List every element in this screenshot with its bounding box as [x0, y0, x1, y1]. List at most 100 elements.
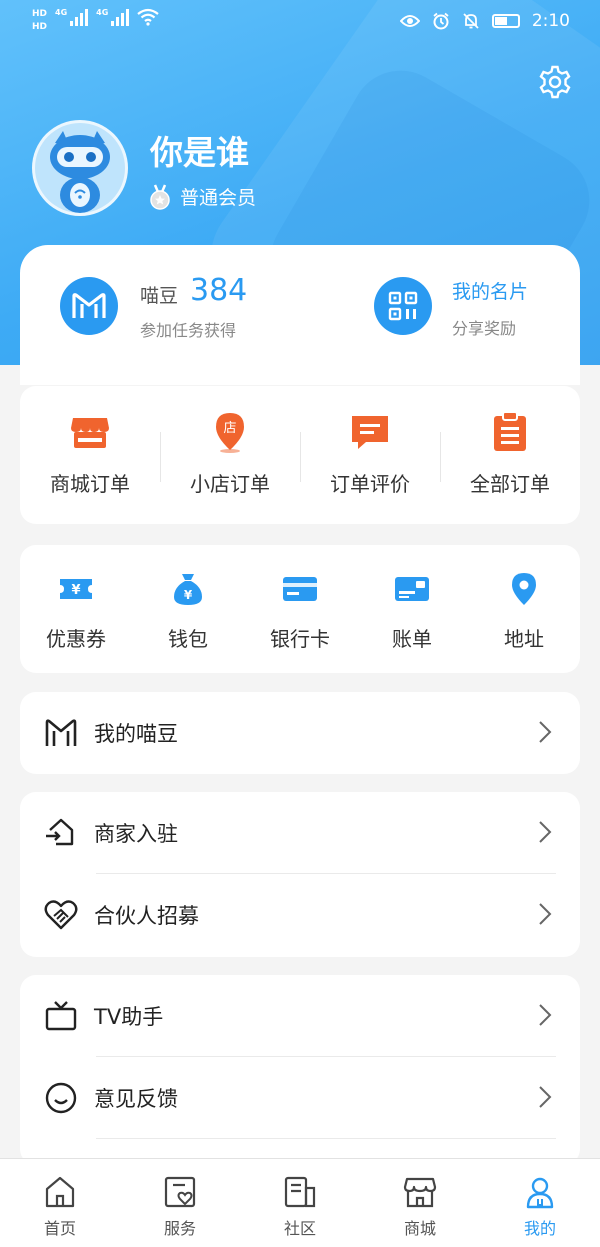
status-left: HD HD 4G 4G: [32, 8, 159, 34]
feedback-label: 意见反馈: [94, 1087, 178, 1111]
community-icon: [284, 1176, 316, 1208]
tab-profile-label: 我的: [523, 1219, 556, 1238]
clock: 2:10: [531, 11, 570, 31]
miaodou-subtitle: 参加任务获得: [140, 321, 237, 340]
signal-2: 4G: [96, 8, 130, 26]
shop-order-button[interactable]: 商城订单: [20, 386, 160, 524]
qr-glyph-icon: [388, 291, 418, 321]
m-logo-icon: [45, 719, 77, 746]
miaodou-icon: [60, 277, 118, 335]
partner-recruit-row[interactable]: 合伙人招募: [20, 874, 580, 956]
avatar[interactable]: [32, 120, 128, 216]
tab-home[interactable]: 首页: [0, 1159, 120, 1247]
hd-top: HD: [32, 9, 48, 19]
chevron-right-icon: [539, 903, 552, 925]
status-right: 2:10: [399, 11, 570, 31]
tv-icon: [45, 1001, 77, 1031]
merchant-join-row[interactable]: 商家入驻: [20, 792, 580, 874]
my-miaodou-label: 我的喵豆: [94, 722, 178, 746]
smiley-icon: [45, 1082, 77, 1114]
store-order-button[interactable]: 店 小店订单: [160, 386, 300, 524]
mute-bell-icon: [463, 13, 479, 29]
profile-icon: [526, 1177, 554, 1209]
wallet-label: 钱包: [168, 627, 208, 651]
robot-mascot-icon: [50, 131, 110, 213]
business-card-subtitle: 分享奖励: [452, 319, 517, 338]
tools-menu-panel: TV助手 意见反馈: [20, 975, 580, 1165]
tab-community[interactable]: 社区: [240, 1159, 360, 1247]
tab-home-label: 首页: [43, 1219, 76, 1238]
svg-text:店: 店: [223, 421, 236, 436]
wifi-icon: [137, 8, 159, 26]
orders-panel: 商城订单 店 小店订单 订单评价 全部订单: [20, 386, 580, 524]
member-level-label: 普通会员: [180, 187, 257, 209]
order-review-button[interactable]: 订单评价: [300, 386, 440, 524]
alarm-icon: [433, 12, 449, 30]
coupon-button[interactable]: ¥ 优惠券: [20, 545, 132, 673]
bottom-tab-bar: 首页 服务 社区 商城 我的: [0, 1158, 600, 1247]
medal-icon: [150, 184, 170, 210]
shop-order-icon: [71, 418, 109, 448]
store-location-icon: 店: [216, 413, 244, 453]
bill-button[interactable]: 账单: [356, 545, 468, 673]
tab-community-label: 社区: [283, 1219, 316, 1238]
order-review-label: 订单评价: [330, 472, 410, 496]
tab-profile[interactable]: 我的: [480, 1159, 600, 1247]
tv-assistant-row[interactable]: TV助手: [20, 975, 580, 1057]
coupon-icon: ¥: [60, 579, 92, 599]
gear-icon[interactable]: [537, 64, 573, 100]
merchant-entry-icon: [46, 818, 74, 846]
store-order-label: 小店订单: [190, 472, 270, 496]
bill-icon: [395, 577, 429, 601]
all-orders-label: 全部订单: [470, 472, 550, 496]
svg-text:¥: ¥: [71, 583, 80, 598]
chevron-right-icon: [539, 821, 552, 843]
tab-service-label: 服务: [163, 1219, 196, 1238]
tab-mall[interactable]: 商城: [360, 1159, 480, 1247]
signal-1: 4G: [55, 8, 89, 26]
merchant-join-label: 商家入驻: [94, 822, 178, 846]
chevron-right-icon: [539, 1004, 552, 1026]
battery-icon: [491, 14, 520, 28]
comment-icon: [352, 416, 388, 449]
miaodou-value[interactable]: 384: [190, 273, 247, 308]
tab-service[interactable]: 服务: [120, 1159, 240, 1247]
business-card-stat[interactable]: [374, 277, 432, 335]
location-pin-icon: [512, 573, 536, 605]
stats-card: 喵豆 384 参加任务获得 我的名片 分享奖励: [20, 245, 580, 385]
chevron-right-icon: [539, 1086, 552, 1108]
bank-card-button[interactable]: 银行卡: [244, 545, 356, 673]
wallet-panel: ¥ 优惠券 ¥ 钱包 银行卡 账单 地址: [20, 545, 580, 673]
all-orders-button[interactable]: 全部订单: [440, 386, 580, 524]
chevron-right-icon: [539, 721, 552, 743]
wallet-button[interactable]: ¥ 钱包: [132, 545, 244, 673]
feedback-row[interactable]: 意见反馈: [20, 1057, 580, 1139]
status-bar: HD HD 4G 4G 2:10: [0, 0, 600, 46]
address-button[interactable]: 地址: [468, 545, 580, 673]
my-miaodou-row[interactable]: 我的喵豆: [20, 692, 580, 774]
miaodou-stat[interactable]: [60, 277, 118, 335]
m-logo-icon: [72, 293, 106, 318]
hd-bottom: HD: [32, 22, 48, 32]
coupon-label: 优惠券: [46, 627, 106, 651]
tab-mall-label: 商城: [403, 1219, 436, 1238]
qr-code-icon: [374, 277, 432, 335]
address-label: 地址: [504, 627, 544, 651]
bank-card-icon: [283, 577, 317, 601]
clipboard-icon: [494, 411, 526, 451]
signal-icon: [111, 8, 130, 26]
network-type: 4G: [55, 8, 68, 17]
service-icon: [164, 1176, 196, 1208]
bill-label: 账单: [392, 627, 432, 651]
miaodou-menu-panel: 我的喵豆: [20, 692, 580, 774]
home-icon: [45, 1176, 75, 1208]
member-level[interactable]: 普通会员: [148, 183, 256, 210]
money-bag-icon: ¥: [174, 574, 202, 605]
miaodou-label: 喵豆: [140, 285, 179, 307]
mall-icon: [403, 1177, 437, 1208]
eye-icon: [399, 15, 420, 27]
business-card-label[interactable]: 我的名片: [452, 277, 528, 304]
hd-indicator: HD HD: [32, 8, 47, 34]
svg-text:¥: ¥: [184, 588, 193, 602]
tv-assistant-label: TV助手: [94, 1005, 164, 1029]
